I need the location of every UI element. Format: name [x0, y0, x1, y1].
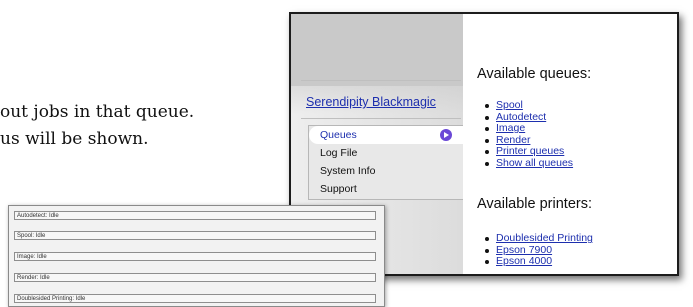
- arrow-right-circle-icon: [440, 129, 452, 141]
- sidebar-divider-top: [301, 80, 461, 81]
- status-row-autodetect[interactable]: Autodetect: Idle: [14, 211, 376, 220]
- queue-link-image[interactable]: Image: [485, 122, 573, 135]
- sidebar-item-label: Log File: [320, 147, 358, 159]
- sidebar-item-system-info[interactable]: System Info: [309, 162, 464, 180]
- main-content: Available queues: Spool Autodetect Image…: [463, 14, 677, 274]
- printer-list: Doublesided Printing Epson 7900 Epson 40…: [485, 232, 593, 268]
- status-row-spool[interactable]: Spool: Idle: [14, 231, 376, 240]
- sidebar-item-label: Queues: [320, 129, 357, 141]
- document-text-line-1: out jobs in that queue.: [0, 102, 195, 122]
- sidebar-item-log-file[interactable]: Log File: [309, 144, 464, 162]
- sidebar-item-label: System Info: [320, 165, 376, 177]
- printer-link-epson-4000[interactable]: Epson 4000: [485, 255, 593, 268]
- queue-status-screenshot: Autodetect: Idle Spool: Idle Image: Idle…: [8, 205, 385, 307]
- queue-list: Spool Autodetect Image Render Printer qu…: [485, 99, 573, 170]
- status-row-doublesided[interactable]: Doublesided Printing: Idle: [14, 294, 376, 303]
- sidebar-nav: Queues Log File System Info Support: [308, 125, 464, 200]
- queue-link-printer-queues[interactable]: Printer queues: [485, 145, 573, 158]
- document-text-line-2: us will be shown.: [0, 129, 149, 149]
- printers-heading: Available printers:: [477, 196, 592, 212]
- printer-link-doublesided[interactable]: Doublesided Printing: [485, 232, 593, 245]
- site-title-link[interactable]: Serendipity Blackmagic: [306, 95, 436, 109]
- sidebar-item-support[interactable]: Support: [309, 180, 464, 198]
- sidebar-item-label: Support: [320, 183, 357, 195]
- queues-heading: Available queues:: [477, 66, 592, 82]
- status-row-image[interactable]: Image: Idle: [14, 252, 376, 261]
- sidebar-item-queues[interactable]: Queues: [309, 126, 464, 144]
- queue-link-show-all-queues[interactable]: Show all queues: [485, 157, 573, 170]
- status-row-render[interactable]: Render: Idle: [14, 273, 376, 282]
- sidebar-divider-bottom: [301, 118, 461, 119]
- queue-link-spool[interactable]: Spool: [485, 99, 573, 112]
